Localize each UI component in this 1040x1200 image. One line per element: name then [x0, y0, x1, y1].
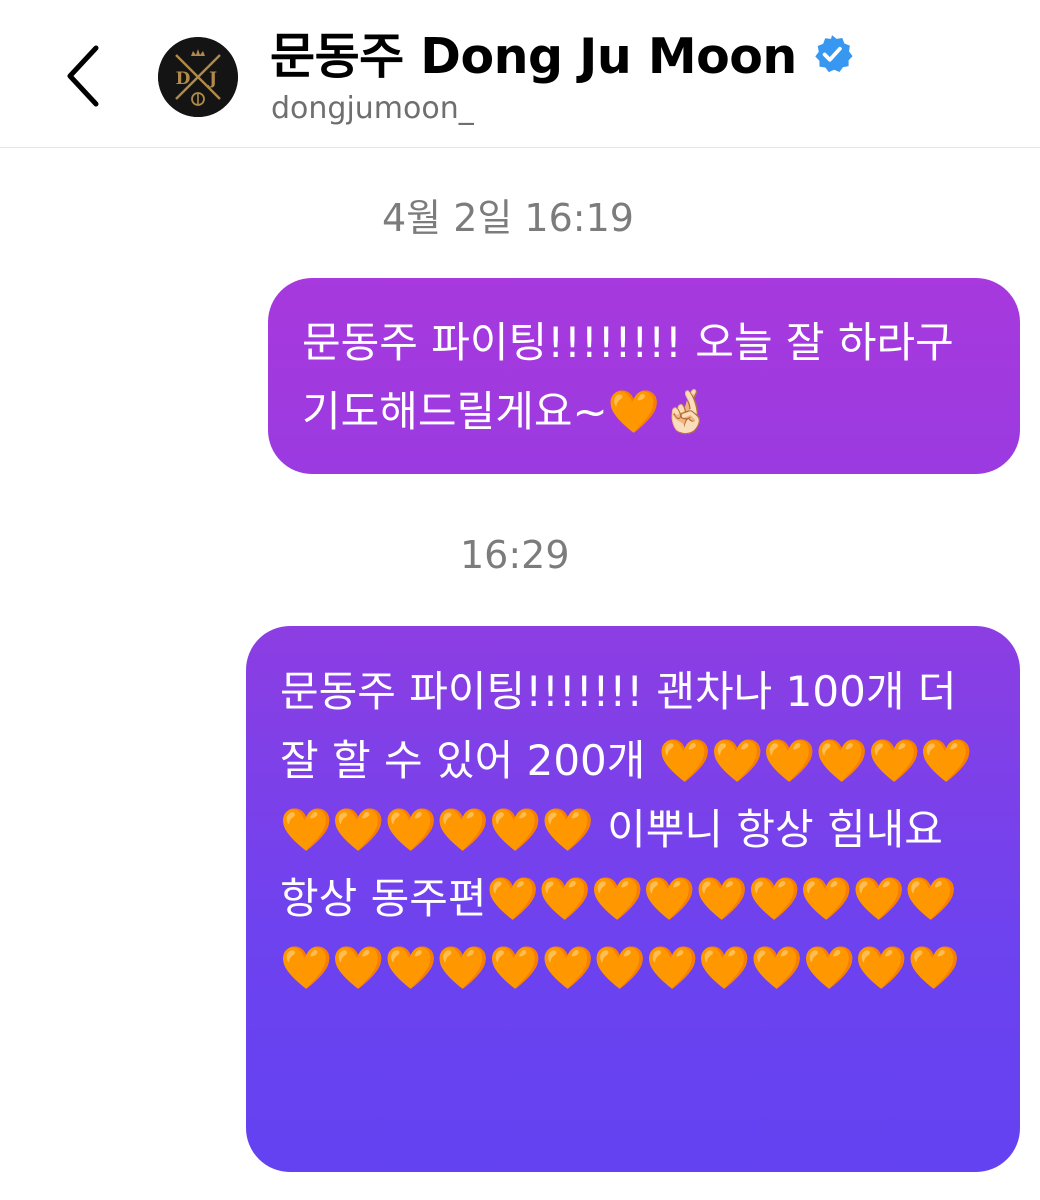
- avatar[interactable]: D J: [158, 37, 238, 117]
- team-logo-avatar: D J: [158, 37, 238, 117]
- message-text: 문동주 파이팅!!!!!!!! 오늘 잘 하라구 기도해드릴게요~🧡🤞🏻: [302, 318, 968, 436]
- page-title: 문동주 Dong Ju Moon: [270, 27, 797, 85]
- conversation-header: D J 문동주 Dong Ju Moon dongjumoon_: [0, 0, 1040, 148]
- message-bubble[interactable]: 문동주 파이팅!!!!!!!! 오늘 잘 하라구 기도해드릴게요~🧡🤞🏻: [268, 278, 1020, 474]
- back-button[interactable]: [52, 40, 116, 112]
- title-row: 문동주 Dong Ju Moon: [270, 20, 853, 85]
- message-text: 문동주 파이팅!!!!!!! 괜차나 100개 더 잘 할 수 있어 200개 …: [280, 667, 973, 992]
- message-bubble[interactable]: 문동주 파이팅!!!!!!! 괜차나 100개 더 잘 할 수 있어 200개 …: [246, 626, 1020, 1172]
- verified-badge-icon: [815, 35, 853, 73]
- message-timestamp: 4월 2일 16:19: [382, 196, 634, 240]
- chevron-left-icon: [67, 45, 99, 107]
- svg-text:J: J: [207, 69, 217, 89]
- svg-text:D: D: [176, 69, 191, 89]
- username-handle: dongjumoon_: [271, 91, 474, 126]
- message-timestamp: 16:29: [460, 533, 570, 577]
